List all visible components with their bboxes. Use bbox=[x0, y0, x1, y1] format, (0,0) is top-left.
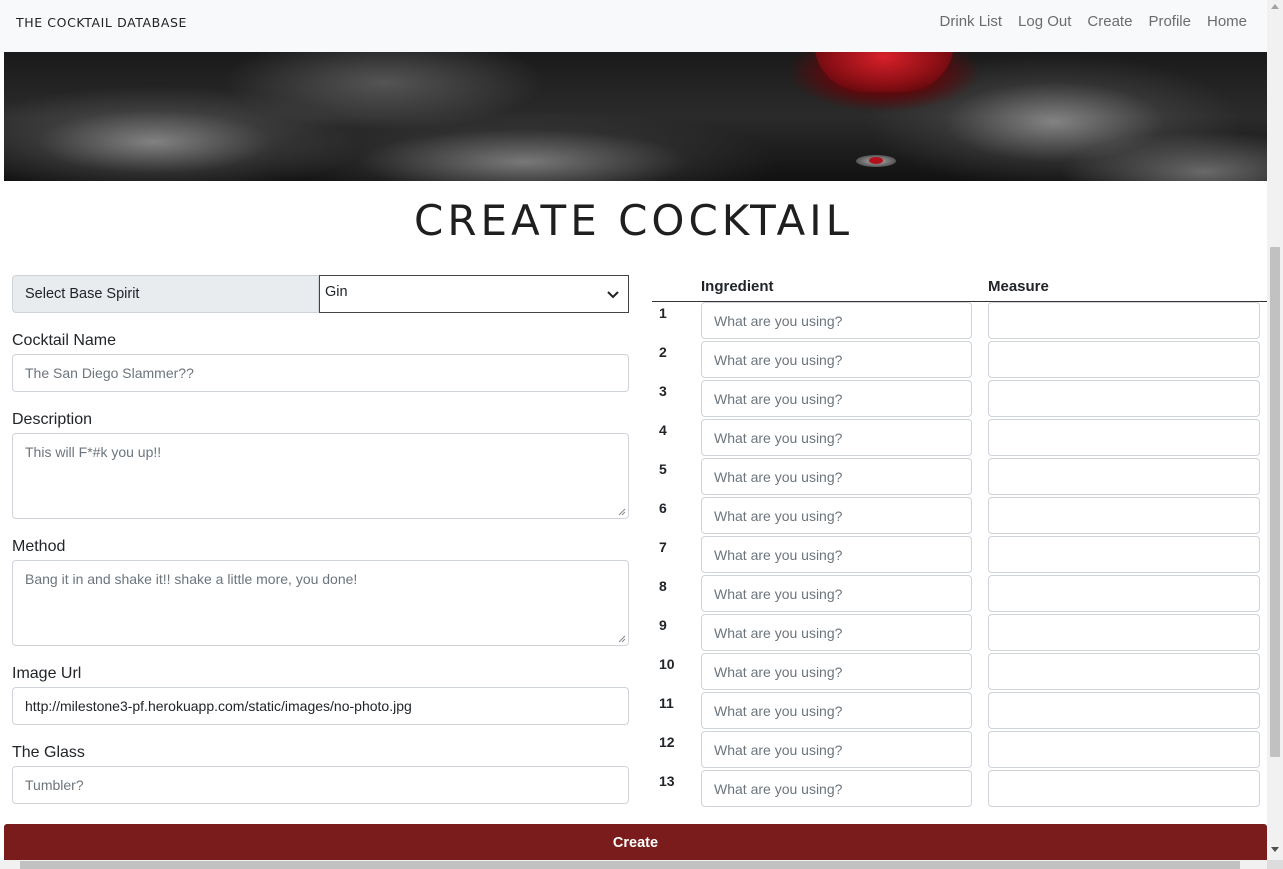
scrollbar-corner bbox=[1267, 860, 1283, 869]
hero-banner-image bbox=[4, 52, 1267, 181]
ingredient-input[interactable]: What are you using? bbox=[701, 536, 972, 573]
method-text: Bang it in and shake it!! shake a little… bbox=[25, 571, 358, 587]
method-label: Method bbox=[12, 538, 66, 555]
measure-input[interactable] bbox=[988, 419, 1260, 456]
navbar: THE COCKTAIL DATABASE Drink List Log Out… bbox=[0, 0, 1267, 52]
glass-input[interactable]: Tumbler? bbox=[12, 766, 629, 804]
ingredient-input[interactable]: What are you using? bbox=[701, 575, 972, 612]
vertical-scroll-thumb[interactable] bbox=[1270, 247, 1280, 757]
page-title: CREATE COCKTAIL bbox=[414, 196, 853, 245]
cocktail-glass-graphic bbox=[814, 52, 954, 92]
cherry-graphic bbox=[869, 157, 883, 164]
row-number: 5 bbox=[659, 461, 667, 477]
cocktail-name-input[interactable]: The San Diego Slammer?? bbox=[12, 354, 629, 392]
ingredient-input[interactable]: What are you using? bbox=[701, 419, 972, 456]
table-row: 10 What are you using? bbox=[652, 652, 1268, 691]
measure-input[interactable] bbox=[988, 497, 1260, 534]
measure-input[interactable] bbox=[988, 536, 1260, 573]
base-spirit-selected-value: Gin bbox=[325, 284, 348, 300]
table-row: 5 What are you using? bbox=[652, 457, 1268, 496]
image-url-label: Image Url bbox=[12, 665, 82, 682]
table-row: 7 What are you using? bbox=[652, 535, 1268, 574]
horizontal-scrollbar[interactable] bbox=[0, 860, 1267, 869]
chevron-down-icon bbox=[607, 291, 619, 299]
table-header: Ingredient Measure bbox=[652, 275, 1268, 302]
ingredient-input[interactable]: What are you using? bbox=[701, 770, 972, 807]
row-number: 10 bbox=[659, 656, 675, 672]
nav-link-profile[interactable]: Profile bbox=[1148, 13, 1191, 30]
brand-logo[interactable]: THE COCKTAIL DATABASE bbox=[16, 15, 187, 30]
nav-links: Drink List Log Out Create Profile Home bbox=[940, 13, 1247, 30]
table-row: 6 What are you using? bbox=[652, 496, 1268, 535]
table-row: 4 What are you using? bbox=[652, 418, 1268, 457]
table-row: 11 What are you using? bbox=[652, 691, 1268, 730]
measure-input[interactable] bbox=[988, 458, 1260, 495]
nav-link-home[interactable]: Home bbox=[1207, 13, 1247, 30]
measure-input[interactable] bbox=[988, 731, 1260, 768]
glass-label: The Glass bbox=[12, 744, 85, 761]
create-button[interactable]: Create bbox=[4, 824, 1267, 860]
measure-input[interactable] bbox=[988, 692, 1260, 729]
measure-input[interactable] bbox=[988, 653, 1260, 690]
ingredient-input[interactable]: What are you using? bbox=[701, 731, 972, 768]
measure-input[interactable] bbox=[988, 380, 1260, 417]
row-number: 7 bbox=[659, 539, 667, 555]
table-row: 2 What are you using? bbox=[652, 340, 1268, 379]
nav-link-log-out[interactable]: Log Out bbox=[1018, 13, 1071, 30]
ingredient-column-header: Ingredient bbox=[701, 278, 774, 295]
vertical-scrollbar[interactable] bbox=[1267, 0, 1283, 860]
cocktail-name-label: Cocktail Name bbox=[12, 332, 117, 349]
measure-input[interactable] bbox=[988, 614, 1260, 651]
ingredient-input[interactable]: What are you using? bbox=[701, 653, 972, 690]
measure-input[interactable] bbox=[988, 302, 1260, 339]
row-number: 2 bbox=[659, 344, 667, 360]
base-spirit-label: Select Base Spirit bbox=[12, 275, 319, 313]
row-number: 13 bbox=[659, 773, 675, 789]
scroll-down-arrow-icon[interactable] bbox=[1271, 847, 1279, 852]
ingredient-input[interactable]: What are you using? bbox=[701, 458, 972, 495]
row-number: 1 bbox=[659, 305, 667, 321]
row-number: 11 bbox=[659, 695, 674, 711]
ingredient-input[interactable]: What are you using? bbox=[701, 302, 972, 339]
measure-input[interactable] bbox=[988, 341, 1260, 378]
image-url-input[interactable]: http://milestone3-pf.herokuapp.com/stati… bbox=[12, 687, 629, 725]
cocktail-form: Select Base Spirit Gin Cocktail Name The… bbox=[12, 275, 629, 804]
measure-input[interactable] bbox=[988, 575, 1260, 612]
nav-link-create[interactable]: Create bbox=[1087, 13, 1132, 30]
table-row: 3 What are you using? bbox=[652, 379, 1268, 418]
row-number: 8 bbox=[659, 578, 667, 594]
row-number: 9 bbox=[659, 617, 667, 633]
table-row: 8 What are you using? bbox=[652, 574, 1268, 613]
ingredient-input[interactable]: What are you using? bbox=[701, 341, 972, 378]
ingredient-input[interactable]: What are you using? bbox=[701, 380, 972, 417]
ingredient-input[interactable]: What are you using? bbox=[701, 692, 972, 729]
measure-column-header: Measure bbox=[988, 278, 1049, 295]
base-spirit-group: Select Base Spirit Gin bbox=[12, 275, 629, 313]
table-row: 1 What are you using? bbox=[652, 301, 1268, 340]
ingredient-input[interactable]: What are you using? bbox=[701, 614, 972, 651]
description-text: This will F*#k you up!! bbox=[25, 444, 162, 460]
scroll-up-arrow-icon[interactable] bbox=[1271, 4, 1279, 9]
horizontal-scroll-thumb[interactable] bbox=[20, 861, 1240, 869]
resize-grip-icon[interactable] bbox=[617, 634, 626, 643]
row-number: 4 bbox=[659, 422, 667, 438]
measure-input[interactable] bbox=[988, 770, 1260, 807]
method-textarea[interactable]: Bang it in and shake it!! shake a little… bbox=[12, 560, 629, 646]
base-spirit-select[interactable]: Gin bbox=[319, 275, 629, 313]
table-row: 9 What are you using? bbox=[652, 613, 1268, 652]
nav-link-drink-list[interactable]: Drink List bbox=[940, 13, 1003, 30]
row-number: 12 bbox=[659, 734, 675, 750]
table-row: 13 What are you using? bbox=[652, 769, 1268, 808]
ingredient-input[interactable]: What are you using? bbox=[701, 497, 972, 534]
resize-grip-icon[interactable] bbox=[617, 507, 626, 516]
row-number: 3 bbox=[659, 383, 667, 399]
table-row: 12 What are you using? bbox=[652, 730, 1268, 769]
row-number: 6 bbox=[659, 500, 667, 516]
description-label: Description bbox=[12, 411, 93, 428]
description-textarea[interactable]: This will F*#k you up!! bbox=[12, 433, 629, 519]
